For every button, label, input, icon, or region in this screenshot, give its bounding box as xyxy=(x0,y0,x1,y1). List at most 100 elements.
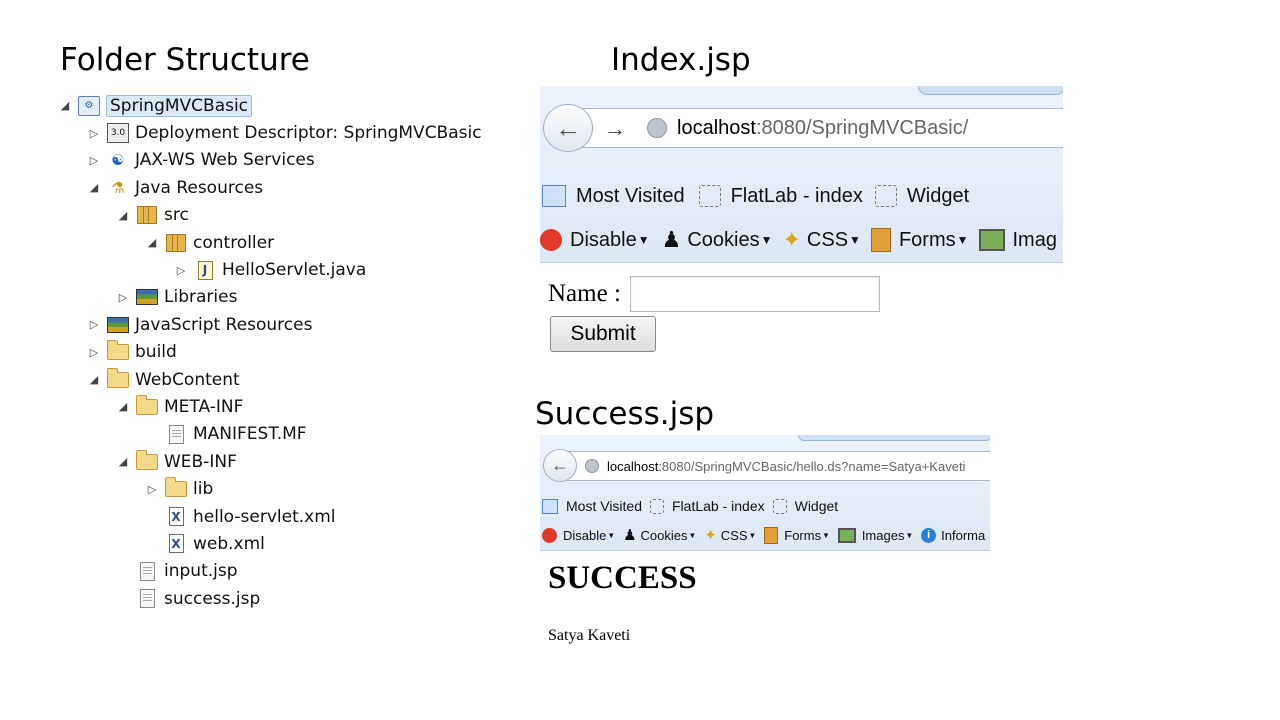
forms-menu[interactable]: Forms ▼ xyxy=(870,228,969,252)
folder-icon xyxy=(135,394,158,417)
disable-menu[interactable]: Disable ▼ xyxy=(540,229,650,252)
bookmark-label: FlatLab - index xyxy=(730,184,863,207)
source-folder-icon xyxy=(136,205,158,225)
name-input[interactable] xyxy=(630,276,880,312)
success-jsp-heading: Success.jsp xyxy=(535,396,715,432)
tree-item[interactable]: ▷ JavaScript Resources xyxy=(58,311,498,338)
information-menu[interactable]: i Informa xyxy=(921,527,986,543)
tree-item-label: lib xyxy=(193,479,214,500)
name-label: Name : xyxy=(548,280,621,307)
address-bar[interactable]: localhost:8080/SpringMVCBasic/hello.ds?n… xyxy=(554,451,990,481)
forms-menu[interactable]: Forms ▼ xyxy=(764,526,830,544)
tree-item[interactable]: Xweb.xml xyxy=(58,530,498,557)
folder-structure-heading: Folder Structure xyxy=(60,42,310,78)
tree-item[interactable]: ◢ ⚙ SpringMVCBasic xyxy=(58,92,498,119)
disable-menu[interactable]: Disable ▼ xyxy=(542,527,615,543)
tree-item[interactable]: ◢ WEB-INF xyxy=(58,448,498,475)
expanded-arrow-icon[interactable]: ◢ xyxy=(87,181,101,194)
index-jsp-heading: Index.jsp xyxy=(611,42,751,78)
expanded-arrow-icon[interactable]: ◢ xyxy=(116,209,130,222)
success-page-content: SUCCESS Satya Kaveti xyxy=(540,550,990,655)
folder-icon xyxy=(164,477,187,499)
images-menu[interactable]: Imag xyxy=(978,228,1057,252)
tree-item[interactable]: ▷ 3.0 Deployment Descriptor: SpringMVCBasi… xyxy=(58,119,498,146)
tree-item-label: WebContent xyxy=(135,369,240,390)
back-button[interactable]: ← xyxy=(543,449,577,482)
browser-chrome: localhost:8080/SpringMVCBasic/ ← → Most … xyxy=(540,86,1063,263)
expanded-arrow-icon[interactable]: ◢ xyxy=(58,99,72,112)
success-browser-window: localhost:8080/SpringMVCBasic/hello.ds?n… xyxy=(540,435,990,655)
bookmarks-bar: Most Visited FlatLab - index Widget xyxy=(540,181,1063,211)
submit-button[interactable]: Submit xyxy=(550,316,656,352)
forms-icon xyxy=(764,526,779,544)
tree-item-label: web.xml xyxy=(193,533,265,554)
expanded-arrow-icon[interactable]: ◢ xyxy=(116,455,130,468)
forward-button[interactable]: → xyxy=(604,116,626,142)
expanded-arrow-icon[interactable]: ◢ xyxy=(87,373,101,386)
tree-item[interactable]: Xhello-servlet.xml xyxy=(58,503,498,530)
collapsed-arrow-icon[interactable]: ▷ xyxy=(87,346,101,359)
success-message: Satya Kaveti xyxy=(548,627,631,644)
tree-item[interactable]: success.jsp xyxy=(58,585,498,612)
bookmark-widget[interactable]: Widget xyxy=(874,185,969,208)
images-icon xyxy=(978,229,1005,251)
site-identity-icon xyxy=(585,459,599,473)
web-developer-toolbar: Disable ▼ ♟ Cookies ▼ ✦ CSS ▼ Forms ▼ Imag xyxy=(540,225,1063,255)
tree-item[interactable]: ◢ controller xyxy=(58,229,498,256)
folder-icon xyxy=(135,449,158,472)
tree-item[interactable]: ▷ lib xyxy=(58,475,498,502)
tree-item-label: input.jsp xyxy=(164,561,238,582)
collapsed-arrow-icon[interactable]: ▷ xyxy=(87,154,101,167)
bookmark-flatlab[interactable]: FlatLab - index xyxy=(650,498,765,514)
browser-tab-edge xyxy=(798,435,990,441)
tree-item-label: controller xyxy=(193,232,275,253)
collapsed-arrow-icon[interactable]: ▷ xyxy=(116,291,130,304)
bookmark-page-icon xyxy=(698,185,721,207)
tree-item[interactable]: ◢ WebContent xyxy=(58,366,498,393)
expanded-arrow-icon[interactable]: ◢ xyxy=(116,400,130,413)
bookmark-flatlab[interactable]: FlatLab - index xyxy=(698,184,863,208)
tree-item[interactable]: ▷ Libraries xyxy=(58,284,498,311)
cookies-menu[interactable]: ♟ Cookies ▼ xyxy=(662,227,773,253)
collapsed-arrow-icon[interactable]: ▷ xyxy=(174,264,188,277)
tree-item[interactable]: ◢ src xyxy=(58,202,498,229)
info-icon: i xyxy=(921,527,937,543)
file-icon xyxy=(136,561,158,581)
back-button[interactable]: ← xyxy=(543,104,593,152)
browser-chrome: localhost:8080/SpringMVCBasic/hello.ds?n… xyxy=(540,435,990,551)
tree-item-label: src xyxy=(164,205,189,226)
collapsed-arrow-icon[interactable]: ▷ xyxy=(145,483,159,496)
toolbar-label: Cookies xyxy=(640,527,688,543)
collapsed-arrow-icon[interactable]: ▷ xyxy=(87,318,101,331)
bookmark-label: Widget xyxy=(794,498,839,514)
bookmark-most-visited[interactable]: Most Visited xyxy=(542,185,685,208)
css-menu[interactable]: ✦ CSS ▼ xyxy=(782,227,860,253)
project-icon: ⚙ xyxy=(78,95,100,116)
images-menu[interactable]: Images ▼ xyxy=(837,527,913,543)
tree-item[interactable]: MANIFEST.MF xyxy=(58,421,498,448)
toolbar-label: CSS xyxy=(806,228,849,251)
css-menu[interactable]: ✦ CSS ▼ xyxy=(704,526,756,544)
tree-item[interactable]: ▷ J HelloServlet.java xyxy=(58,256,498,283)
bookmark-widget[interactable]: Widget xyxy=(772,498,839,514)
bookmark-page-icon xyxy=(650,498,664,514)
site-identity-icon xyxy=(647,118,667,138)
tree-item[interactable]: ▷ ☯ JAX-WS Web Services xyxy=(58,147,498,174)
css-wand-icon: ✦ xyxy=(704,527,717,544)
address-bar[interactable]: localhost:8080/SpringMVCBasic/ xyxy=(566,108,1063,148)
browser-tab-edge xyxy=(918,86,1063,95)
cookies-icon: ♟ xyxy=(661,227,682,252)
expanded-arrow-icon[interactable]: ◢ xyxy=(145,236,159,249)
tree-item[interactable]: input.jsp xyxy=(58,558,498,585)
bookmark-label: Most Visited xyxy=(576,184,685,207)
tree-item[interactable]: ◢ ⚗ Java Resources xyxy=(58,174,498,201)
bookmark-most-visited[interactable]: Most Visited xyxy=(542,498,642,514)
tree-item[interactable]: ▷ build xyxy=(58,339,498,366)
toolbar-label: Informa xyxy=(941,527,986,543)
disable-icon xyxy=(542,527,557,543)
tree-item[interactable]: ◢ META-INF xyxy=(58,393,498,420)
tree-item-label: MANIFEST.MF xyxy=(193,424,307,445)
toolbar-label: Imag xyxy=(1012,228,1057,251)
cookies-menu[interactable]: ♟ Cookies ▼ xyxy=(623,526,696,544)
collapsed-arrow-icon[interactable]: ▷ xyxy=(87,127,101,140)
